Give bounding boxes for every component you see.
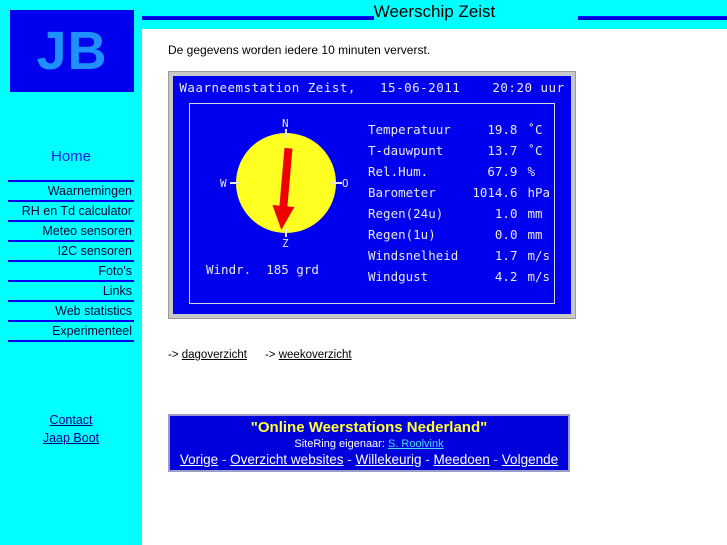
weather-readings-body: Temperatuur 19.8 ˚C T-dauwpunt 13.7 ˚C R…: [368, 122, 550, 290]
weather-station-panel: Waarneemstation Zeist, 15-06-2011 20:20 …: [168, 71, 576, 319]
sidebar-item-waarnemingen[interactable]: Waarnemingen: [8, 180, 134, 200]
table-row: Temperatuur 19.8 ˚C: [368, 122, 550, 143]
weekoverzicht-link[interactable]: weekoverzicht: [279, 349, 352, 361]
sitering-banner: "Online Weerstations Nederland" SiteRing…: [168, 414, 570, 472]
sitering-sep: -: [218, 452, 231, 467]
sidebar-item-links[interactable]: Links: [8, 280, 134, 300]
reading-label: T-dauwpunt: [368, 143, 444, 158]
sitering-nav-meedoen[interactable]: Meedoen: [434, 452, 490, 467]
sidebar: JB Home Waarnemingen RH en Td calculator…: [0, 0, 142, 545]
site-logo-text: JB: [36, 21, 108, 81]
jaap-boot-link[interactable]: Jaap Boot: [0, 429, 142, 447]
sidebar-item-web-statistics[interactable]: Web statistics: [8, 300, 134, 320]
sidebar-menu: Waarnemingen RH en Td calculator Meteo s…: [8, 180, 134, 342]
sitering-sep: -: [343, 452, 356, 467]
table-row: Rel.Hum. 67.9 %: [368, 164, 550, 185]
reading-label: Regen(1u): [368, 227, 436, 242]
reading-value: 1.0: [494, 206, 518, 221]
sitering-owner-label: SiteRing eigenaar:: [294, 438, 388, 450]
reading-label: Temperatuur: [368, 122, 451, 137]
reading-value: 1014.6: [472, 185, 518, 200]
reading-unit: mm: [527, 227, 543, 242]
reading-label: Windsnelheid: [368, 248, 459, 263]
intro-text: De gegevens worden iedere 10 minuten ver…: [168, 43, 431, 57]
overview-arrow-2: ->: [264, 349, 279, 361]
site-logo: JB: [10, 10, 134, 92]
sidebar-item-home[interactable]: Home: [0, 148, 142, 165]
reading-value: 4.2: [494, 269, 518, 284]
table-row: Regen(24u) 1.0 mm: [368, 206, 550, 227]
sitering-nav-willekeurig[interactable]: Willekeurig: [355, 452, 421, 467]
wind-direction-arrow-icon: [272, 147, 295, 230]
reading-unit: mm: [527, 206, 543, 221]
reading-value: 13.7: [487, 143, 518, 158]
overview-arrow-1: ->: [168, 349, 182, 361]
sidebar-footer-links: Contact Jaap Boot: [0, 411, 142, 447]
sidebar-item-meteo-sensoren[interactable]: Meteo sensoren: [8, 220, 134, 240]
overview-links: -> dagoverzicht -> weekoverzicht: [168, 349, 352, 361]
reading-label: Regen(24u): [368, 206, 444, 221]
sitering-nav: Vorige - Overzicht websites - Willekeuri…: [170, 451, 568, 468]
reading-value: 0.0: [494, 227, 518, 242]
table-row: T-dauwpunt 13.7 ˚C: [368, 143, 550, 164]
sitering-sep: -: [489, 452, 502, 467]
sidebar-item-fotos[interactable]: Foto's: [8, 260, 134, 280]
table-row: Windsnelheid 1.7 m/s: [368, 248, 550, 269]
table-row: Barometer 1014.6 hPa: [368, 185, 550, 206]
reading-value: 1.7: [494, 248, 518, 263]
page-header: Weerschip Zeist: [142, 0, 727, 29]
sitering-sep: -: [421, 452, 434, 467]
sitering-nav-overzicht-websites[interactable]: Overzicht websites: [230, 452, 343, 467]
wind-direction-text: Windr. 185 grd: [206, 262, 319, 277]
sitering-owner: SiteRing eigenaar: S. Roolvink: [170, 437, 568, 451]
weather-readings-table: Temperatuur 19.8 ˚C T-dauwpunt 13.7 ˚C R…: [368, 122, 550, 290]
table-row: Windgust 4.2 m/s: [368, 269, 550, 290]
page-title: Weerschip Zeist: [373, 2, 496, 21]
reading-value: 19.8: [487, 122, 518, 137]
weather-panel-box: N Z W O Windr. 185 grd Temperatuur 19.8 …: [189, 103, 555, 304]
sitering-owner-link[interactable]: S. Roolvink: [388, 438, 444, 450]
reading-unit: hPa: [527, 185, 551, 200]
sidebar-item-experimenteel[interactable]: Experimenteel: [8, 320, 134, 342]
reading-label: Barometer: [368, 185, 436, 200]
reading-unit: m/s: [527, 269, 551, 284]
reading-unit: m/s: [527, 248, 551, 263]
reading-unit: ˚C: [527, 143, 543, 158]
dagoverzicht-link[interactable]: dagoverzicht: [182, 349, 247, 361]
sitering-title: "Online Weerstations Nederland": [250, 419, 488, 436]
reading-unit: ˚C: [527, 122, 543, 137]
main-content: De gegevens worden iedere 10 minuten ver…: [142, 29, 727, 545]
reading-value: 67.9: [487, 164, 518, 179]
contact-link[interactable]: Contact: [0, 411, 142, 429]
table-row: Regen(1u) 0.0 mm: [368, 227, 550, 248]
wind-compass: N Z W O: [220, 118, 349, 250]
reading-label: Windgust: [368, 269, 429, 284]
sidebar-item-i2c-sensoren[interactable]: I2C sensoren: [8, 240, 134, 260]
reading-label: Rel.Hum.: [368, 164, 429, 179]
sitering-nav-vorige[interactable]: Vorige: [180, 452, 218, 467]
weather-panel-inner: Waarneemstation Zeist, 15-06-2011 20:20 …: [173, 76, 571, 314]
sidebar-item-rh-en-td-calculator[interactable]: RH en Td calculator: [8, 200, 134, 220]
sitering-nav-volgende[interactable]: Volgende: [502, 452, 558, 467]
weather-station-header: Waarneemstation Zeist, 15-06-2011 20:20 …: [179, 80, 565, 95]
reading-unit: %: [527, 164, 535, 179]
